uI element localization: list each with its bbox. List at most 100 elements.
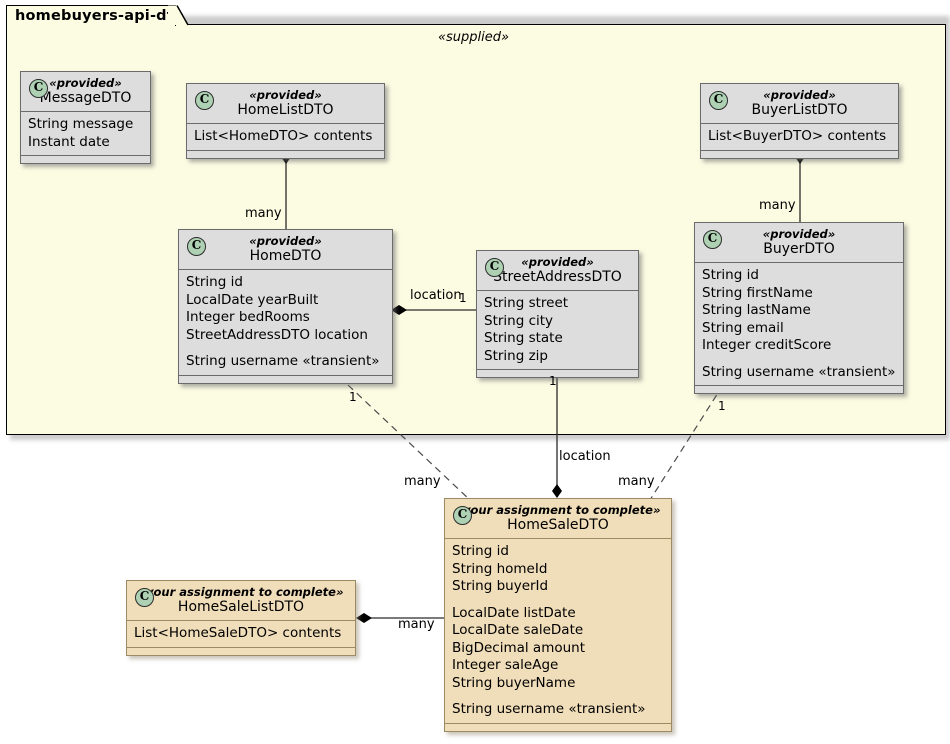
class-box-messagedto[interactable]: C «provided» MessageDTO String message I… <box>20 71 151 164</box>
class-icon: C <box>453 506 472 525</box>
attribute: LocalDate saleDate <box>452 622 584 638</box>
attribute: String email <box>702 319 784 336</box>
package-tab: homebuyers-api-dto <box>6 5 184 26</box>
class-methods <box>127 648 355 655</box>
attribute: Integer bedRooms <box>186 309 310 325</box>
attribute: String id <box>186 274 243 290</box>
attribute: String homeId <box>452 560 548 577</box>
class-attributes: List<HomeDTO> contents <box>187 124 384 151</box>
class-stereotype: «provided» <box>249 234 322 248</box>
attribute: Instant date <box>28 133 110 150</box>
class-stereotype: «your assignment to complete» <box>455 503 661 517</box>
attribute: String state <box>484 330 563 346</box>
class-attributes: String id LocalDate yearBuilt Integer be… <box>179 270 392 376</box>
class-box-buyerlistdto[interactable]: C «provided» BuyerListDTO List<BuyerDTO>… <box>700 83 899 159</box>
uml-class-diagram: homebuyers-api-dto «supplied» C «provide… <box>0 0 950 744</box>
class-box-homelistdto[interactable]: C «provided» HomeListDTO List<HomeDTO> c… <box>186 83 385 159</box>
attribute: StreetAddressDTO location <box>186 326 368 343</box>
class-name: HomeListDTO <box>237 102 334 118</box>
edge-label-address-sale-location: location <box>559 449 611 464</box>
attribute-spacer <box>186 344 385 353</box>
edge-label-home-sale-many: many <box>404 474 441 489</box>
class-name: StreetAddressDTO <box>493 269 622 285</box>
attribute: String lastName <box>702 302 811 318</box>
edge-label-home-sale-multiplicity: 1 <box>349 390 357 404</box>
attribute: String username «transient» <box>702 363 896 380</box>
class-methods <box>477 370 638 377</box>
edge-label-address-sale-multiplicity: 1 <box>549 374 557 388</box>
attribute: Integer creditScore <box>702 337 832 353</box>
attribute: String zip <box>484 347 548 364</box>
class-stereotype: «provided» <box>762 227 836 241</box>
attribute: List<HomeSaleDTO> contents <box>134 625 342 641</box>
class-header: C «provided» HomeDTO <box>179 230 392 270</box>
attribute: String buyerName <box>452 674 576 691</box>
edge-label-buyer-sale-multiplicity: 1 <box>718 399 726 413</box>
class-name: HomeSaleListDTO <box>177 599 305 615</box>
class-attributes: String street String city String state S… <box>477 291 638 370</box>
attribute-spacer <box>702 355 896 364</box>
class-box-buyerdto[interactable]: C «provided» BuyerDTO String id String f… <box>694 222 904 394</box>
class-icon: C <box>709 91 728 110</box>
class-methods <box>187 151 384 158</box>
attribute: String username «transient» <box>186 353 380 369</box>
package-name: homebuyers-api-dto <box>15 8 185 24</box>
class-icon: C <box>703 230 722 249</box>
edge-label-homelist-many: many <box>245 206 282 221</box>
class-box-homedto[interactable]: C «provided» HomeDTO String id LocalDate… <box>178 229 393 384</box>
class-icon: C <box>485 258 504 277</box>
attribute-spacer <box>452 692 664 701</box>
attribute: String buyerId <box>452 578 549 594</box>
class-icon: C <box>29 79 48 98</box>
attribute: String street <box>484 295 569 311</box>
class-header: C «your assignment to complete» HomeSale… <box>445 499 671 539</box>
attribute: List<HomeDTO> contents <box>194 128 373 144</box>
class-icon: C <box>135 588 154 607</box>
class-methods <box>695 386 903 393</box>
class-header: C «provided» MessageDTO <box>21 72 150 112</box>
class-box-homesalelistdto[interactable]: C «your assignment to complete» HomeSale… <box>126 580 356 656</box>
attribute: String id <box>452 543 509 559</box>
class-attributes: String id String firstName String lastNa… <box>695 263 903 386</box>
class-methods <box>701 151 898 158</box>
class-box-streetaddressdto[interactable]: C «provided» StreetAddressDTO String str… <box>476 250 639 378</box>
class-stereotype: «your assignment to complete» <box>138 585 344 599</box>
class-header: C «provided» StreetAddressDTO <box>477 251 638 291</box>
class-name: HomeDTO <box>249 248 322 264</box>
class-header: C «provided» HomeListDTO <box>187 84 384 124</box>
class-stereotype: «provided» <box>763 88 836 102</box>
attribute: List<BuyerDTO> contents <box>708 128 887 144</box>
class-methods <box>21 156 150 163</box>
class-stereotype: «provided» <box>249 88 322 102</box>
class-header: C «provided» BuyerDTO <box>695 223 903 263</box>
edge-label-buyer-sale-many: many <box>618 474 655 489</box>
class-header: C «provided» BuyerListDTO <box>701 84 898 124</box>
edge-label-home-location: location <box>410 288 462 303</box>
package-tab-fold-icon <box>168 5 189 26</box>
class-name: HomeSaleDTO <box>507 517 609 533</box>
attribute: Integer saleAge <box>452 657 559 673</box>
class-header: C «your assignment to complete» HomeSale… <box>127 581 355 621</box>
edge-label-buyerlist-many: many <box>759 198 796 213</box>
class-attributes: String message Instant date <box>21 112 150 156</box>
class-box-homesaledto[interactable]: C «your assignment to complete» HomeSale… <box>444 498 672 732</box>
class-name: BuyerDTO <box>763 241 835 257</box>
class-methods <box>179 376 392 383</box>
attribute: BigDecimal amount <box>452 639 586 656</box>
class-methods <box>445 724 671 731</box>
attribute: String city <box>484 312 554 329</box>
attribute: String message <box>28 116 134 132</box>
class-icon: C <box>187 237 206 256</box>
edge-label-home-location-multiplicity: 1 <box>459 291 467 305</box>
class-attributes: String id String homeId String buyerId L… <box>445 539 671 724</box>
class-icon: C <box>195 91 214 110</box>
class-name: BuyerListDTO <box>751 102 848 118</box>
attribute: String id <box>702 267 759 283</box>
attribute: String username «transient» <box>452 701 646 717</box>
attribute: LocalDate listDate <box>452 604 576 621</box>
edge-label-salelist-many: many <box>398 617 435 632</box>
package-stereotype: «supplied» <box>438 30 510 45</box>
class-attributes: List<BuyerDTO> contents <box>701 124 898 151</box>
attribute: LocalDate yearBuilt <box>186 291 319 308</box>
attribute: String firstName <box>702 284 813 301</box>
